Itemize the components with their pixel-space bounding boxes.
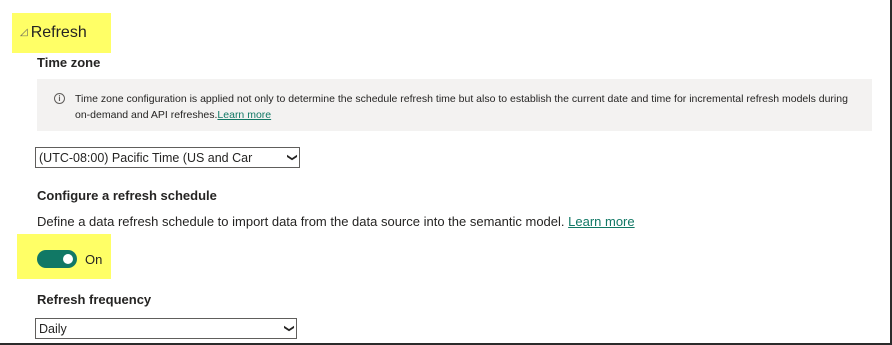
schedule-description-text: Define a data refresh schedule to import… [37,214,565,229]
chevron-down-icon: ❯ [283,324,295,333]
time-zone-select[interactable]: (UTC-08:00) Pacific Time (US and Car ❯ [35,147,300,168]
schedule-toggle[interactable] [37,250,77,268]
time-zone-label: Time zone [37,55,101,70]
refresh-section-header[interactable]: ◿ Refresh [20,24,87,42]
schedule-description: Define a data refresh schedule to import… [37,214,635,229]
toggle-knob [63,254,73,264]
chevron-down-icon: ❯ [286,153,298,162]
section-title: Refresh [30,24,87,41]
time-zone-value: (UTC-08:00) Pacific Time (US and Car [39,150,253,165]
schedule-learn-more-link[interactable]: Learn more [568,214,634,229]
info-message: Time zone configuration is applied not o… [75,93,848,121]
info-text: Time zone configuration is applied not o… [75,91,858,123]
info-icon: i [54,93,65,104]
schedule-toggle-group: On [37,250,102,268]
time-zone-info-box: i Time zone configuration is applied not… [37,79,872,131]
refresh-frequency-label: Refresh frequency [37,292,152,307]
refresh-frequency-value: Daily [39,321,67,336]
triangle-expanded-icon: ◿ [20,26,28,38]
info-learn-more-link[interactable]: Learn more [217,109,271,121]
toggle-state-label: On [85,251,103,267]
refresh-frequency-select[interactable]: Daily ❯ [35,318,297,339]
configure-schedule-label: Configure a refresh schedule [37,188,217,203]
